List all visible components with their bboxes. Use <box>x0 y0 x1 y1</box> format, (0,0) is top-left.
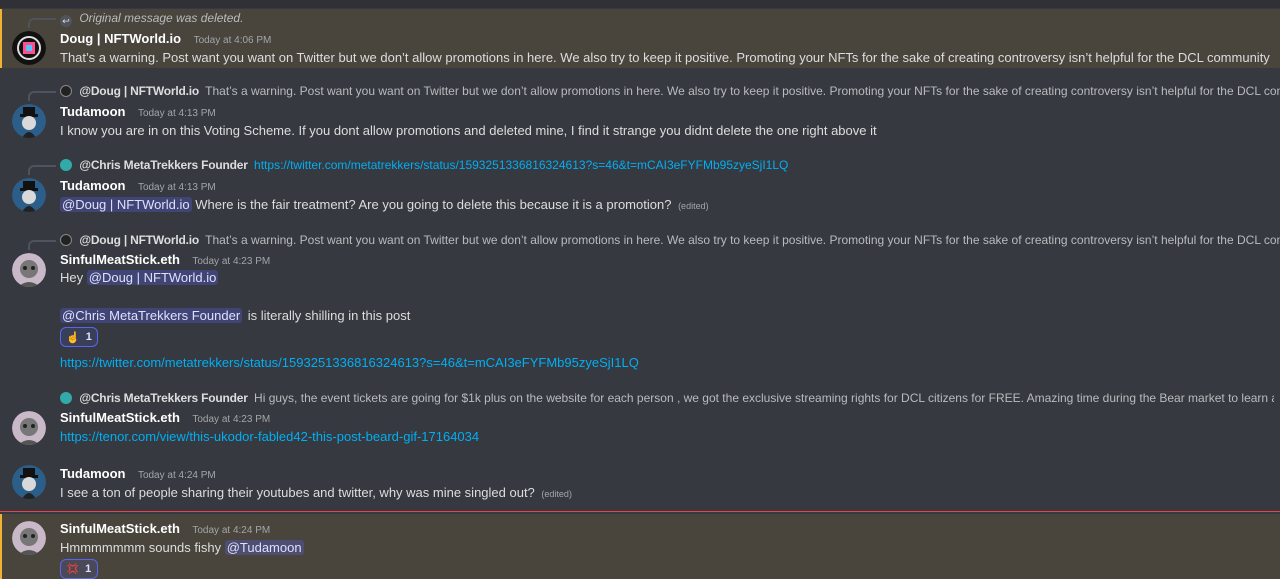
reply-avatar <box>60 392 72 404</box>
message-text: Hmmmmmmm sounds fishy <box>60 540 222 555</box>
reply-preview[interactable]: @Chris MetaTrekkers Founder https://twit… <box>28 158 788 175</box>
new-messages-divider <box>0 511 1280 512</box>
point-up-emoji-icon: ☝ <box>66 331 80 344</box>
message-doug-warning[interactable]: ↩ Original message was deleted. Doug | N… <box>0 9 1280 68</box>
reply-text: That’s a warning. Post want you want on … <box>205 84 1280 98</box>
message-content: I see a ton of people sharing their yout… <box>60 484 572 503</box>
message-tudamoon-3[interactable]: Tudamoon Today at 4:24 PM I see a ton of… <box>0 462 1280 504</box>
avatar-tudamoon[interactable] <box>12 104 46 138</box>
username[interactable]: Tudamoon <box>60 178 125 193</box>
message-sinful-1[interactable]: @Doug | NFTWorld.io That’s a warning. Po… <box>0 231 1280 377</box>
username[interactable]: SinfulMeatStick.eth <box>60 252 180 267</box>
reply-avatar <box>60 85 72 97</box>
edited-label: (edited) <box>678 201 709 211</box>
top-bar <box>0 0 1280 8</box>
username[interactable]: SinfulMeatStick.eth <box>60 521 180 536</box>
message-link[interactable]: https://twitter.com/metatrekkers/status/… <box>60 355 639 370</box>
avatar-doug[interactable] <box>12 31 46 65</box>
message-line-2: @Chris MetaTrekkers Founder is literally… <box>60 307 410 325</box>
reply-author: @Doug | NFTWorld.io <box>79 233 200 247</box>
user-mention[interactable]: @Doug | NFTWorld.io <box>60 197 192 212</box>
message-text: I know you are in on this Voting Scheme.… <box>60 123 877 138</box>
reply-author: @Chris MetaTrekkers Founder <box>79 158 248 172</box>
user-mention[interactable]: @Doug | NFTWorld.io <box>86 270 219 285</box>
reply-arrow-icon: ↩ <box>60 15 72 27</box>
timestamp: Today at 4:23 PM <box>192 414 271 425</box>
message-line-1: Hey @Doug | NFTWorld.io <box>60 269 219 287</box>
timestamp: Today at 4:13 PM <box>137 108 216 119</box>
username[interactable]: Doug | NFTWorld.io <box>60 31 181 46</box>
reply-link[interactable]: https://twitter.com/metatrekkers/status/… <box>254 158 788 172</box>
avatar-sinful[interactable] <box>12 521 46 555</box>
message-sinful-2[interactable]: @Chris MetaTrekkers Founder Hi guys, the… <box>0 389 1280 449</box>
user-mention[interactable]: @Tudamoon <box>224 540 304 555</box>
reply-preview[interactable]: @Doug | NFTWorld.io That’s a warning. Po… <box>28 84 1280 101</box>
reply-preview[interactable]: @Doug | NFTWorld.io That’s a warning. Po… <box>28 233 1280 250</box>
message-text: is literally shilling in this post <box>247 308 411 323</box>
username[interactable]: Tudamoon <box>60 104 125 119</box>
message-content: Hmmmmmmm sounds fishy @Tudamoon <box>60 539 304 557</box>
message-sinful-3[interactable]: SinfulMeatStick.eth Today at 4:24 PM Hmm… <box>0 514 1280 579</box>
reply-preview[interactable]: ↩ Original message was deleted. <box>28 11 244 28</box>
message-text: I see a ton of people sharing their yout… <box>60 485 535 500</box>
message-tudamoon-2[interactable]: @Chris MetaTrekkers Founder https://twit… <box>0 156 1280 216</box>
avatar-sinful[interactable] <box>12 411 46 445</box>
anger-emoji-icon: 💢 <box>66 563 80 575</box>
reaction-button[interactable]: 💢 1 <box>60 559 98 579</box>
message-tudamoon-1[interactable]: @Doug | NFTWorld.io That’s a warning. Po… <box>0 82 1280 142</box>
timestamp: Today at 4:23 PM <box>192 256 271 267</box>
avatar-tudamoon[interactable] <box>12 178 46 212</box>
username[interactable]: SinfulMeatStick.eth <box>60 410 180 425</box>
edited-label: (edited) <box>541 489 572 499</box>
reply-preview[interactable]: @Chris MetaTrekkers Founder Hi guys, the… <box>60 391 1274 405</box>
reply-text: Hi guys, the event tickets are going for… <box>254 391 1274 405</box>
reply-author: @Chris MetaTrekkers Founder <box>79 391 248 405</box>
reply-author: @Doug | NFTWorld.io <box>79 84 200 98</box>
deleted-message-note: Original message was deleted. <box>79 11 244 25</box>
timestamp: Today at 4:24 PM <box>192 525 271 536</box>
timestamp: Today at 4:06 PM <box>193 35 272 46</box>
message-link[interactable]: https://tenor.com/view/this-ukodor-fable… <box>60 429 479 444</box>
reply-avatar <box>60 234 72 246</box>
reply-text: That’s a warning. Post want you want on … <box>205 233 1280 247</box>
reaction-count: 1 <box>85 563 92 575</box>
timestamp: Today at 4:13 PM <box>137 182 216 193</box>
message-content: @Doug | NFTWorld.io Where is the fair tr… <box>60 196 709 215</box>
message-text: That’s a warning. Post want you want on … <box>60 50 1270 65</box>
reaction-button[interactable]: ☝ 1 <box>60 327 98 347</box>
message-text: Hey <box>60 270 84 285</box>
avatar-tudamoon[interactable] <box>12 465 46 499</box>
timestamp: Today at 4:24 PM <box>137 470 216 481</box>
user-mention[interactable]: @Chris MetaTrekkers Founder <box>60 308 243 323</box>
avatar-sinful[interactable] <box>12 253 46 287</box>
username[interactable]: Tudamoon <box>60 466 125 481</box>
message-text: Where is the fair treatment? Are you goi… <box>195 197 672 212</box>
reaction-count: 1 <box>85 331 92 343</box>
reply-avatar <box>60 159 72 171</box>
